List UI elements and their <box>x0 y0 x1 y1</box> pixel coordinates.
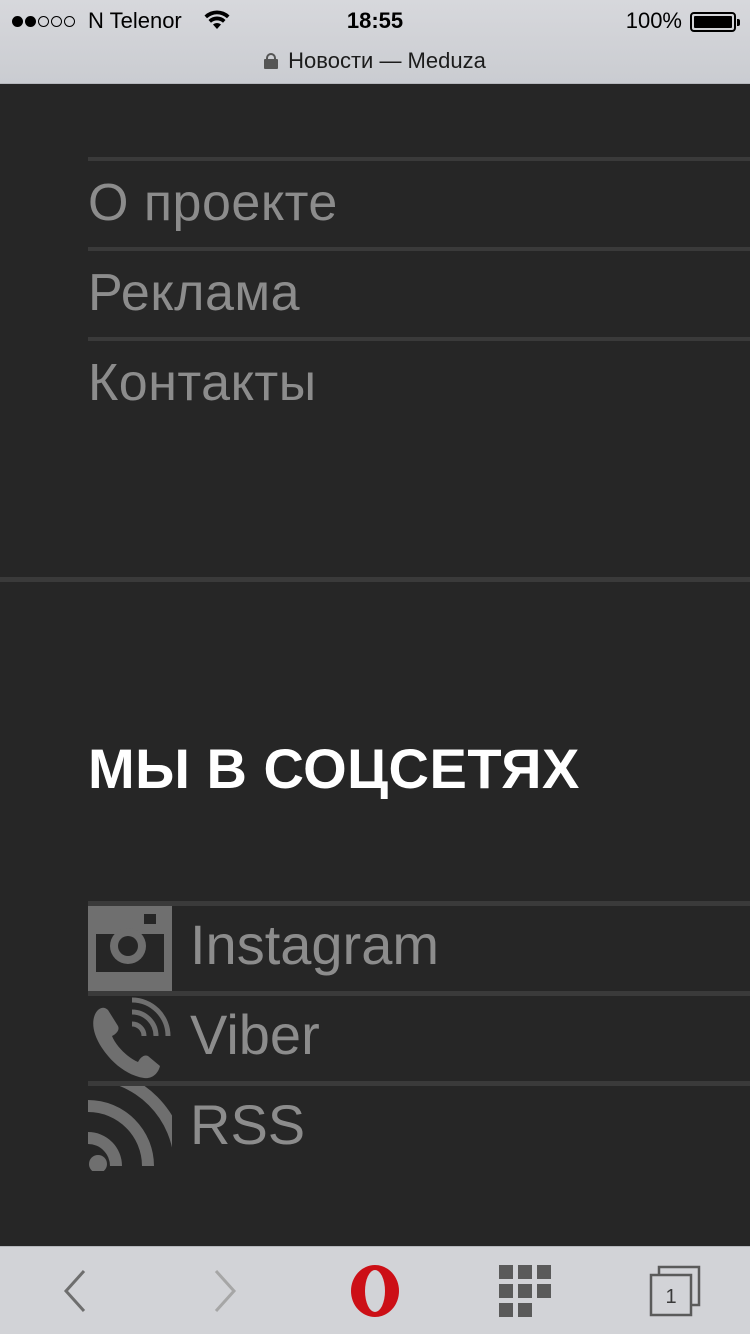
social-label: Viber <box>190 1003 320 1066</box>
instagram-icon <box>88 906 172 991</box>
social-item-instagram[interactable]: Instagram <box>88 901 750 991</box>
back-arrow-icon <box>63 1269 86 1313</box>
status-bar: N Telenor 18:55 100% <box>0 6 750 36</box>
address-bar[interactable]: Новости — Meduza <box>0 46 750 76</box>
social-links: Instagram Viber RSS <box>88 901 750 1171</box>
back-button[interactable] <box>25 1247 125 1334</box>
battery-icon <box>690 12 740 32</box>
social-label: Instagram <box>190 913 439 976</box>
lock-icon <box>264 53 279 69</box>
browser-toolbar: 1 <box>0 1246 750 1334</box>
social-label: RSS <box>190 1093 306 1156</box>
browser-top-bar: N Telenor 18:55 100% Новости — Meduza <box>0 0 750 84</box>
opera-logo-icon <box>351 1265 399 1317</box>
speed-dial-grid-icon <box>499 1265 551 1317</box>
page-content: О проекте Реклама Контакты МЫ В СОЦСЕТЯХ… <box>0 84 750 1246</box>
social-item-viber[interactable]: Viber <box>88 991 750 1081</box>
tabs-count: 1 <box>665 1286 676 1308</box>
nav-item-label: Реклама <box>88 264 301 322</box>
nav-item-label: Контакты <box>88 354 317 412</box>
nav-item-advertising[interactable]: Реклама <box>88 247 750 337</box>
viber-icon <box>93 997 171 1079</box>
nav-item-label: О проекте <box>88 174 338 232</box>
section-divider <box>0 577 750 582</box>
page-title: Новости — Meduza <box>288 48 486 73</box>
social-heading: МЫ В СОЦСЕТЯХ <box>88 737 580 800</box>
forward-arrow-icon <box>214 1269 237 1313</box>
speed-dial-button[interactable] <box>475 1247 575 1334</box>
footer-nav-menu: О проекте Реклама Контакты <box>88 157 750 427</box>
nav-item-contacts[interactable]: Контакты <box>88 337 750 427</box>
social-item-rss[interactable]: RSS <box>88 1081 750 1171</box>
tabs-button[interactable]: 1 <box>625 1247 725 1334</box>
rss-icon <box>88 1086 172 1171</box>
forward-button[interactable] <box>175 1247 275 1334</box>
opera-menu-button[interactable] <box>325 1247 425 1334</box>
nav-item-about[interactable]: О проекте <box>88 157 750 247</box>
tabs-icon: 1 <box>649 1265 701 1317</box>
battery-percent: 100% <box>625 8 682 33</box>
